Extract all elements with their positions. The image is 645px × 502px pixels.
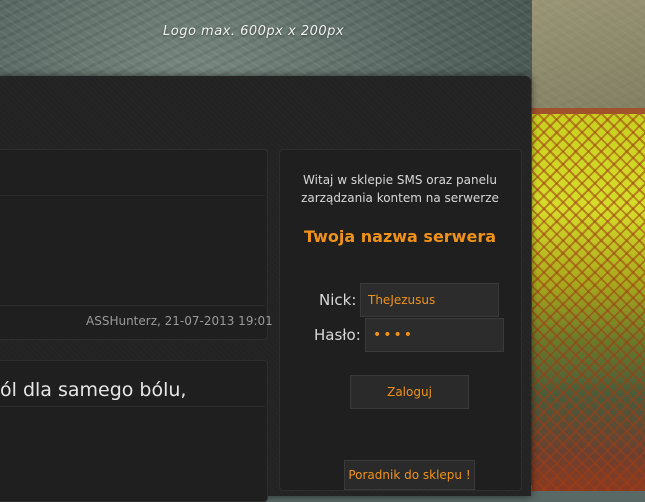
nick-label: Nick: <box>319 291 357 309</box>
welcome-text: Witaj w sklepie SMS oraz panelu zarządza… <box>301 173 499 205</box>
post-divider <box>0 195 265 196</box>
password-input[interactable]: •••• <box>365 318 504 352</box>
side-decoration <box>532 108 645 491</box>
logo-placeholder: Logo max. 600px x 200px <box>163 24 345 39</box>
login-button[interactable]: Zaloguj <box>350 375 469 409</box>
shop-guide-button[interactable]: Poradnik do sklepu ! <box>344 460 475 490</box>
side-decoration-top <box>532 0 645 108</box>
post-title[interactable]: ól dla samego bólu, <box>0 379 186 401</box>
post-divider <box>0 305 265 306</box>
nick-input[interactable]: TheJezusus <box>360 283 499 317</box>
post-card <box>0 149 268 340</box>
post-meta: ASSHunterz, 21-07-2013 19:01 <box>86 314 273 328</box>
post-divider <box>0 406 265 407</box>
server-name: Twoja nazwa serwera <box>303 227 496 246</box>
password-label: Hasło: <box>314 326 361 344</box>
